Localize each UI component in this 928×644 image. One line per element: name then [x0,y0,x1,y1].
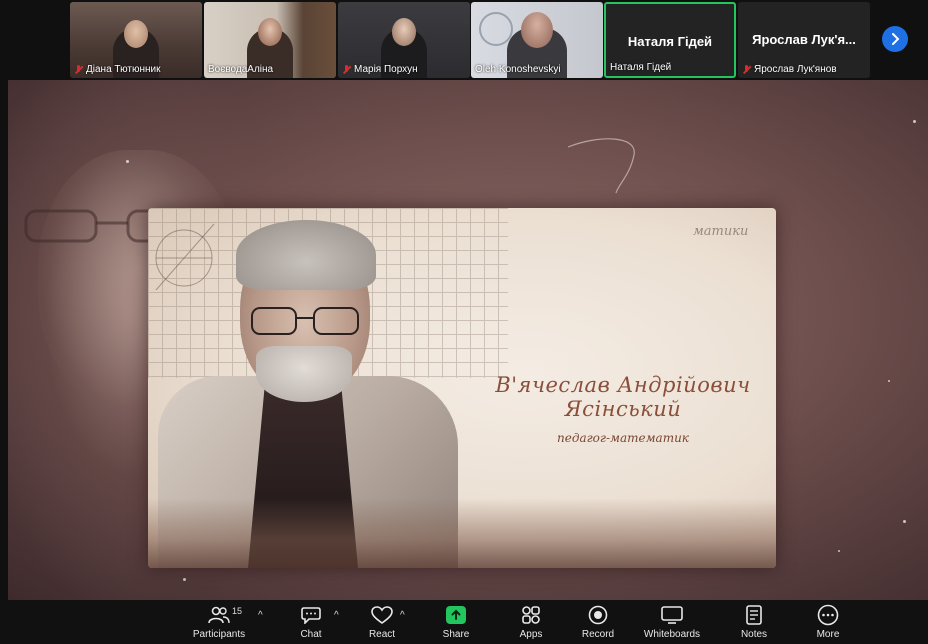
caption-subtitle: педагог-математик [557,431,689,445]
whiteboards-label: Whiteboards [643,629,701,640]
participant-face [392,18,416,46]
participants-count-badge: 15 [232,606,243,616]
shared-screen: матики В'ячеслав Андрійович Ясінський пе… [8,80,928,600]
portrait-beard [256,346,352,402]
decorative-swirl [568,138,635,194]
participant-tile[interactable]: Діана Тютюнник [70,2,202,78]
participant-display-name: Ярослав Лук'я... [752,32,856,47]
muted-mic-icon [74,64,83,75]
notes-icon [742,604,766,626]
participant-name: Марія Порхун [354,64,418,75]
whiteboard-icon [660,604,684,626]
participant-face [521,12,553,48]
notes-button[interactable]: Notes [738,604,770,644]
participant-tile[interactable]: Марія Порхун [338,2,470,78]
share-button[interactable]: Share [440,604,472,644]
caption-name-line2: Ясінський [564,397,682,421]
notes-label: Notes [740,629,768,640]
participant-name-label: ВоєводаАліна [208,64,273,75]
participant-name: ВоєводаАліна [208,64,274,75]
record-button[interactable]: Record [579,604,617,644]
geometry-sketch [155,223,215,291]
dust-particle [903,520,906,523]
participant-name-label: Oleh Konoshevskyi [475,64,561,75]
participants-icon [207,604,231,626]
chevron-right-icon [892,33,900,45]
participant-name: Діана Тютюнник [86,64,161,75]
participant-name: Oleh Konoshevskyi [475,64,561,75]
react-label: React [368,629,396,640]
participant-name-label: Діана Тютюнник [74,64,160,75]
share-icon [444,604,468,626]
apps-icon [519,604,543,626]
participant-tile[interactable]: Ярослав Лук'я... Ярослав Лук'янов [738,2,870,78]
record-icon [586,604,610,626]
dust-particle [913,120,916,123]
glasses-icon [251,307,359,335]
dust-particle [838,550,840,552]
heart-icon [370,604,394,626]
participant-face [124,20,148,48]
whiteboards-button[interactable]: Whiteboards [642,604,702,644]
share-label: Share [442,629,470,640]
apps-label: Apps [519,629,543,640]
chat-button[interactable]: Chat [296,604,326,644]
portrait-hair [236,220,376,290]
participant-name-label: Ярослав Лук'янов [742,64,837,75]
chevron-up-icon[interactable]: ^ [258,610,263,621]
zoom-meeting-window: Діана Тютюнник ВоєводаАліна Марія Порхун [0,0,928,644]
record-label: Record [581,629,615,640]
more-button[interactable]: More [812,604,844,644]
apps-button[interactable]: Apps [515,604,547,644]
participant-face [258,18,282,46]
more-label: More [816,629,840,640]
participant-tile-active-speaker[interactable]: Наталя Гідей Наталя Гідей [604,2,736,78]
burned-edge [148,498,776,568]
dust-particle [126,160,129,163]
participant-tile[interactable]: ВоєводаАліна [204,2,336,78]
meeting-toolbar: Participants 15 ^ Chat ^ React ^ Share A… [0,600,928,644]
more-icon [816,604,840,626]
participant-name-label: Марія Порхун [342,64,418,75]
dust-particle [183,578,186,581]
muted-mic-icon [342,64,351,75]
participants-label: Participants [192,629,246,640]
participant-name: Ярослав Лук'янов [754,64,837,75]
muted-mic-icon [742,64,751,75]
chat-icon [299,604,323,626]
caption-name-line1: В'ячеслав Андрійович [495,373,751,397]
dust-particle [888,380,890,382]
participant-name: Наталя Гідей [610,62,672,73]
react-button[interactable]: React [366,604,398,644]
participant-display-name: Наталя Гідей [627,34,713,49]
chevron-up-icon[interactable]: ^ [400,610,405,621]
chat-label: Chat [300,629,322,640]
portrait-caption: В'ячеслав Андрійович Ясінський педагог-м… [478,373,768,445]
participant-name-label: Наталя Гідей [610,62,671,73]
paper-text: матики [693,224,749,239]
chevron-up-icon[interactable]: ^ [334,610,339,621]
portrait-card: матики В'ячеслав Андрійович Ясінський пе… [148,208,776,568]
next-page-button[interactable] [882,26,908,52]
participant-strip: Діана Тютюнник ВоєводаАліна Марія Порхун [0,0,928,80]
participant-tile[interactable]: Oleh Konoshevskyi [471,2,603,78]
